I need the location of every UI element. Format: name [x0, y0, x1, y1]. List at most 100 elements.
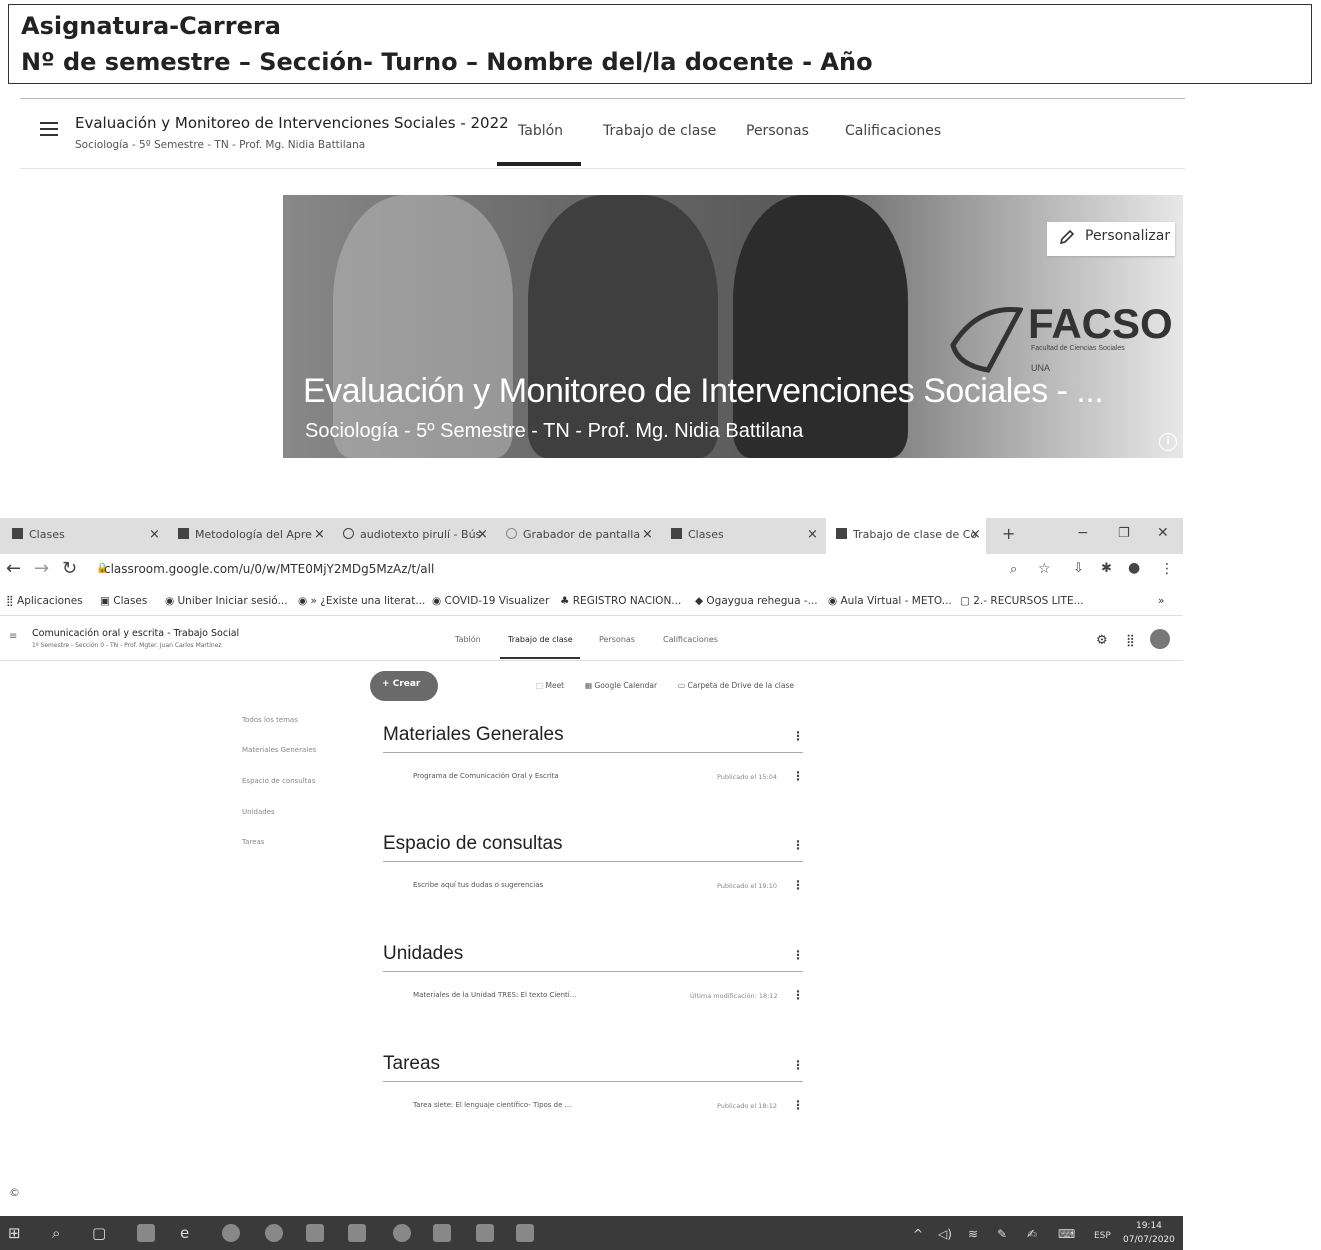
browser-tab[interactable]: Clases ×: [12, 518, 172, 554]
more-icon[interactable]: ⋮: [792, 729, 804, 743]
tab-calificaciones[interactable]: Calificaciones: [663, 635, 718, 644]
drive-folder-link[interactable]: ▭ Carpeta de Drive de la clase: [678, 681, 794, 690]
tab-tablon[interactable]: Tablón: [518, 123, 563, 139]
more-bookmarks-icon[interactable]: »: [1158, 595, 1164, 607]
bookmark-recursos[interactable]: ▢ 2.- RECURSOS LITE...: [960, 595, 1084, 607]
tab-calificaciones[interactable]: Calificaciones: [845, 123, 941, 139]
tab-trabajo-de-clase[interactable]: Trabajo de clase: [603, 123, 716, 139]
minimize-icon[interactable]: −: [1077, 518, 1089, 554]
browser-tab[interactable]: audiotexto pirulí - Bús ×: [343, 518, 491, 554]
bookmark-ogaygua[interactable]: ◆ Ogaygua rehegua -...: [695, 595, 818, 607]
info-icon[interactable]: i: [1159, 433, 1177, 451]
calendar-link[interactable]: ▦ Google Calendar: [585, 681, 657, 690]
close-icon[interactable]: ×: [807, 527, 818, 542]
browser-tab-label: Clases: [29, 528, 65, 541]
settings-icon[interactable]: ⚙: [1096, 633, 1108, 648]
pen-icon[interactable]: ✎: [997, 1227, 1007, 1241]
header-line-1: Asignatura-Carrera: [21, 12, 281, 40]
meet-link[interactable]: ⬚ Meet: [536, 681, 564, 690]
acrobat-icon[interactable]: [516, 1224, 534, 1242]
more-icon[interactable]: ⋮: [792, 1058, 804, 1072]
more-icon[interactable]: ⋮: [792, 988, 804, 1002]
menu-icon[interactable]: [40, 122, 58, 136]
list-item[interactable]: Programa de Comunicación Oral y Escrita: [413, 772, 559, 780]
bookmark-registro[interactable]: ♣ REGISTRO NACION...: [560, 595, 681, 607]
language-indicator[interactable]: ESP: [1094, 1231, 1111, 1241]
app-icon[interactable]: [393, 1224, 411, 1242]
tab-tablon[interactable]: Tablón: [455, 635, 481, 644]
more-icon[interactable]: ⋮: [792, 769, 804, 783]
file-explorer-icon[interactable]: [137, 1224, 155, 1242]
bookmark-covid[interactable]: ◉ COVID-19 Visualizer: [432, 595, 549, 607]
more-icon[interactable]: ⋮: [792, 1098, 804, 1112]
network-icon[interactable]: ≋: [968, 1227, 978, 1241]
chrome-icon[interactable]: [222, 1224, 240, 1242]
tab-personas[interactable]: Personas: [599, 635, 635, 644]
tab-trabajo-de-clase[interactable]: Trabajo de clase: [508, 635, 573, 644]
new-tab-icon[interactable]: +: [1002, 518, 1015, 554]
close-icon[interactable]: ×: [477, 527, 488, 542]
more-icon[interactable]: ⋮: [792, 948, 804, 962]
keyboard-icon[interactable]: ⌨: [1058, 1227, 1075, 1241]
browser-tab[interactable]: Clases ×: [671, 518, 821, 554]
windows-start-icon[interactable]: ⊞: [8, 1224, 21, 1242]
edge-icon[interactable]: e: [180, 1224, 189, 1242]
more-icon[interactable]: ⋮: [792, 838, 804, 852]
avatar[interactable]: [1150, 629, 1170, 649]
search-icon[interactable]: ⌕: [52, 1224, 60, 1242]
pen-workspace-icon[interactable]: ✍: [1027, 1227, 1037, 1241]
browser-tab[interactable]: Metodología del Apre ×: [178, 518, 328, 554]
task-view-icon[interactable]: ▢: [92, 1224, 106, 1242]
close-icon[interactable]: ×: [314, 527, 325, 542]
url-field[interactable]: classroom.google.com/u/0/w/MTE0MjY2MDg5M…: [104, 562, 434, 576]
extension-icon[interactable]: ⇩: [1073, 561, 1084, 576]
bookmark-uniber[interactable]: ◉ Uniber Iniciar sesió...: [165, 595, 288, 607]
close-icon[interactable]: ×: [970, 527, 981, 542]
back-icon[interactable]: ←: [6, 558, 21, 579]
help-icon[interactable]: ©: [9, 1186, 20, 1199]
topic-all[interactable]: Todos los temas: [242, 716, 298, 724]
forward-icon[interactable]: →: [34, 558, 49, 579]
list-item[interactable]: Escribe aquí tus dudas o sugerencias: [413, 881, 543, 889]
list-item[interactable]: Tarea siete: El lenguaje científico- Tip…: [413, 1101, 571, 1109]
topic-tareas[interactable]: Tareas: [242, 838, 264, 846]
calculator-icon[interactable]: [348, 1224, 366, 1242]
menu-icon[interactable]: ≡: [9, 631, 17, 642]
topic-materiales[interactable]: Materiales Generales: [242, 746, 316, 754]
bookmark-clases[interactable]: ▣ Clases: [100, 595, 147, 607]
more-icon[interactable]: ⋮: [792, 878, 804, 892]
customize-button[interactable]: Personalizar: [1047, 222, 1175, 256]
browser-menu-icon[interactable]: ⋮: [1160, 561, 1174, 577]
app-icon[interactable]: [306, 1224, 324, 1242]
maximize-icon[interactable]: ❐: [1118, 518, 1130, 554]
bookmark-aula-virtual[interactable]: ◉ Aula Virtual - METO...: [828, 595, 952, 607]
list-item[interactable]: Materiales de la Unidad TRES: El texto C…: [413, 991, 576, 999]
volume-icon[interactable]: ◁): [938, 1227, 952, 1241]
item-date: Publicado el 19:10: [717, 882, 777, 890]
tab-personas[interactable]: Personas: [746, 123, 809, 139]
close-icon[interactable]: ×: [642, 527, 653, 542]
clock[interactable]: 19:14 07/07/2020: [1123, 1219, 1175, 1247]
apps-grid-icon[interactable]: ⣿: [1126, 633, 1135, 647]
puzzle-icon[interactable]: ✱: [1101, 561, 1112, 576]
profile-icon[interactable]: ●: [1128, 560, 1140, 576]
reload-icon[interactable]: ↻: [62, 558, 77, 579]
window-close-icon[interactable]: ✕: [1157, 518, 1169, 554]
bookmark-literatura[interactable]: ◉ » ¿Existe una literat...: [298, 595, 425, 607]
item-date: Publicado el 15:04: [717, 773, 777, 781]
word-icon[interactable]: [476, 1224, 494, 1242]
close-icon[interactable]: ×: [149, 527, 160, 542]
topic-consultas[interactable]: Espacio de consultas: [242, 777, 315, 785]
star-icon[interactable]: ☆: [1038, 561, 1051, 577]
banner-title: Evaluación y Monitoreo de Intervenciones…: [303, 372, 1104, 410]
create-button[interactable]: + Crear: [370, 671, 438, 701]
zoom-icon[interactable]: ⌕: [1010, 562, 1017, 577]
active-tab-indicator: [500, 657, 580, 659]
powerpoint-icon[interactable]: [433, 1224, 451, 1242]
tray-chevron-icon[interactable]: ^: [913, 1227, 923, 1241]
bookmark-aplicaciones[interactable]: ⣿ Aplicaciones: [6, 595, 83, 607]
browser-tab-active[interactable]: Trabajo de clase de Co ×: [826, 518, 986, 554]
browser-tab[interactable]: Grabador de pantalla ×: [506, 518, 656, 554]
app-icon[interactable]: [265, 1224, 283, 1242]
topic-unidades[interactable]: Unidades: [242, 808, 275, 816]
